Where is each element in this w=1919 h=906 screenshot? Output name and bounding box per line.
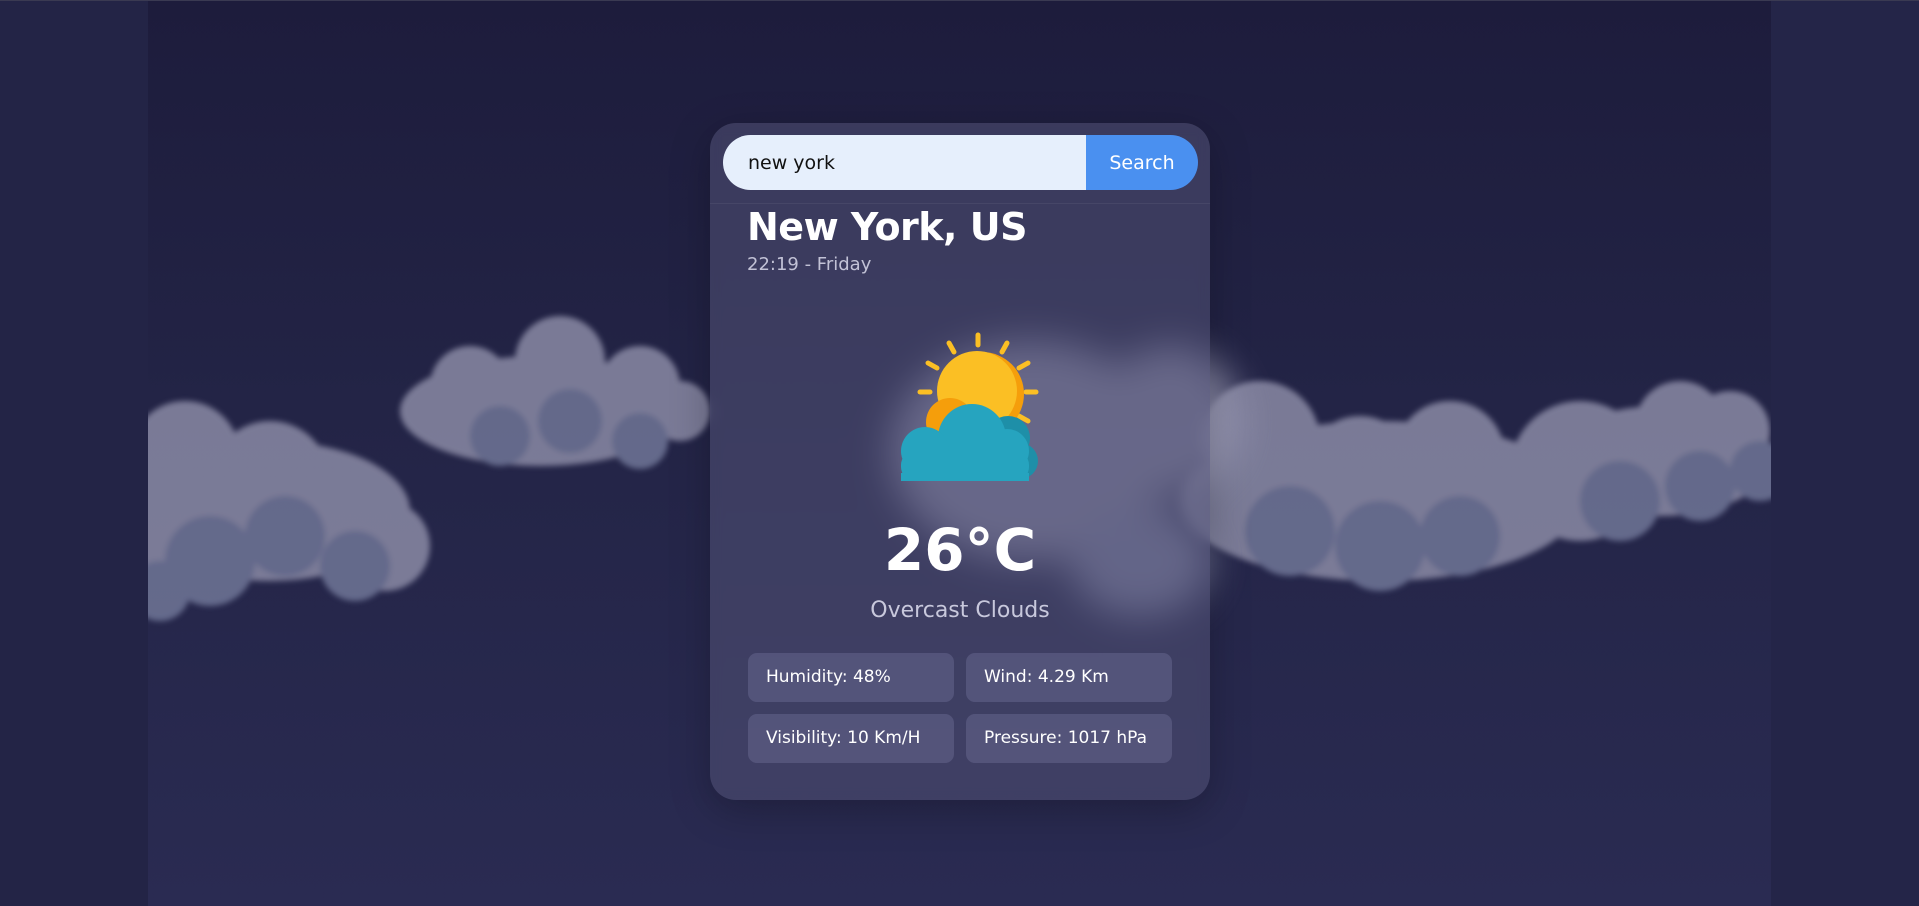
humidity-stat: Humidity: 48% — [748, 653, 954, 702]
weather-card: Search New York, US 22:19 - Friday — [710, 123, 1210, 800]
date-time: 22:19 - Friday — [747, 254, 872, 275]
divider — [710, 203, 1210, 204]
temperature: 26°C — [883, 516, 1037, 584]
search-button[interactable]: Search — [1086, 135, 1198, 190]
visibility-stat: Visibility: 10 Km/H — [748, 714, 954, 763]
wind-stat: Wind: 4.29 Km — [966, 653, 1172, 702]
weather-description: Overcast Clouds — [870, 598, 1050, 623]
pressure-stat: Pressure: 1017 hPa — [966, 714, 1172, 763]
search-bar: Search — [723, 135, 1198, 190]
partly-cloudy-icon — [901, 332, 1039, 481]
search-input[interactable] — [723, 135, 1086, 190]
city-name: New York, US — [747, 205, 1027, 249]
